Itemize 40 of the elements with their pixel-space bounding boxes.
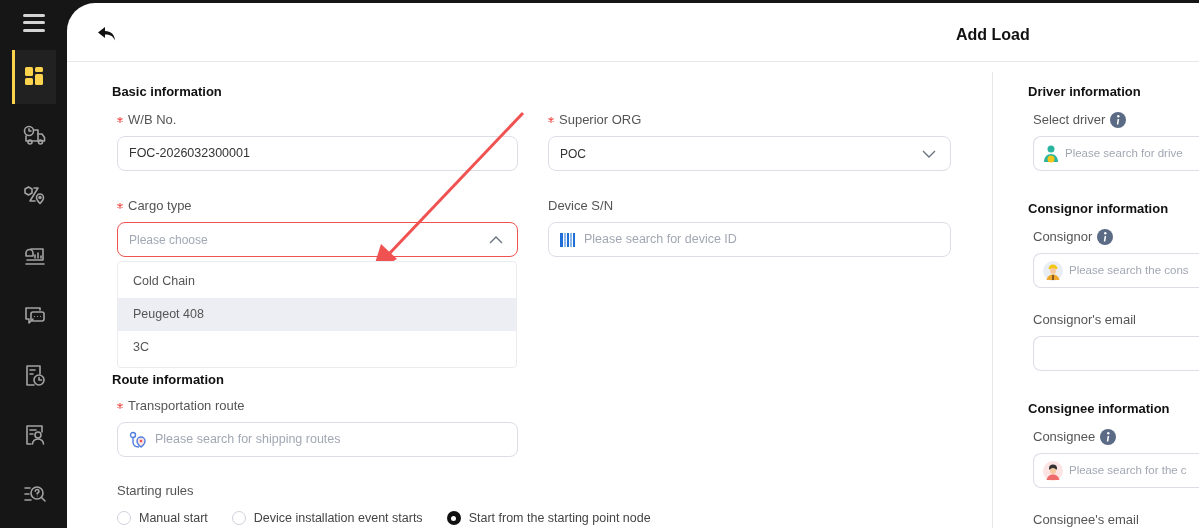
page-title: Add Load [956, 25, 1030, 45]
field-label: W/B No. [128, 111, 177, 130]
section-title: Driver information [1028, 83, 1142, 98]
worker-avatar-icon [1043, 260, 1063, 281]
input-field[interactable]: FOC-2026032300001 [117, 136, 518, 171]
section-title: Consignor information [1028, 200, 1170, 215]
route-pin-icon [129, 430, 147, 449]
section-title: Consignee information [1028, 400, 1171, 415]
dropdown-option[interactable]: Peugeot 408 [118, 298, 516, 331]
info-icon[interactable] [1097, 229, 1114, 245]
radio-option[interactable]: Device installation event starts [231, 509, 423, 528]
section-title: Basic information [112, 83, 223, 98]
field-label: Select driver [1033, 111, 1106, 130]
person-avatar-icon [1043, 460, 1063, 481]
field-label: Superior ORG [559, 111, 642, 130]
radio-option[interactable]: Manual start [117, 509, 208, 528]
field-label: Starting rules [117, 482, 195, 497]
field-label: Consignor's email [1033, 311, 1136, 330]
menu-icon[interactable] [22, 14, 45, 32]
field-label: Cargo type [128, 197, 192, 216]
barcode-icon [560, 232, 576, 247]
radio-button[interactable] [446, 511, 461, 526]
back-icon[interactable] [97, 26, 117, 42]
info-icon[interactable] [1110, 112, 1127, 128]
field-label: Consignor [1033, 228, 1093, 247]
field-label: Transportation route [128, 397, 245, 416]
field-label: Device S/N [548, 197, 614, 216]
radio-button[interactable] [231, 511, 246, 526]
document-clock-icon [23, 363, 47, 388]
info-icon[interactable] [1100, 429, 1117, 445]
input-field[interactable] [1033, 336, 1199, 371]
driver-icon [1043, 144, 1059, 163]
radio-option[interactable]: Start from the starting point node [446, 509, 651, 528]
profile-card-icon [23, 423, 47, 448]
section-title: Route information [112, 371, 225, 386]
sidebar-item[interactable] [11, 49, 56, 104]
field-label: Consignee's email [1033, 511, 1139, 528]
field-label: Consignee [1033, 428, 1096, 447]
select-field[interactable]: POC [548, 136, 951, 171]
radio-button[interactable] [117, 511, 131, 526]
